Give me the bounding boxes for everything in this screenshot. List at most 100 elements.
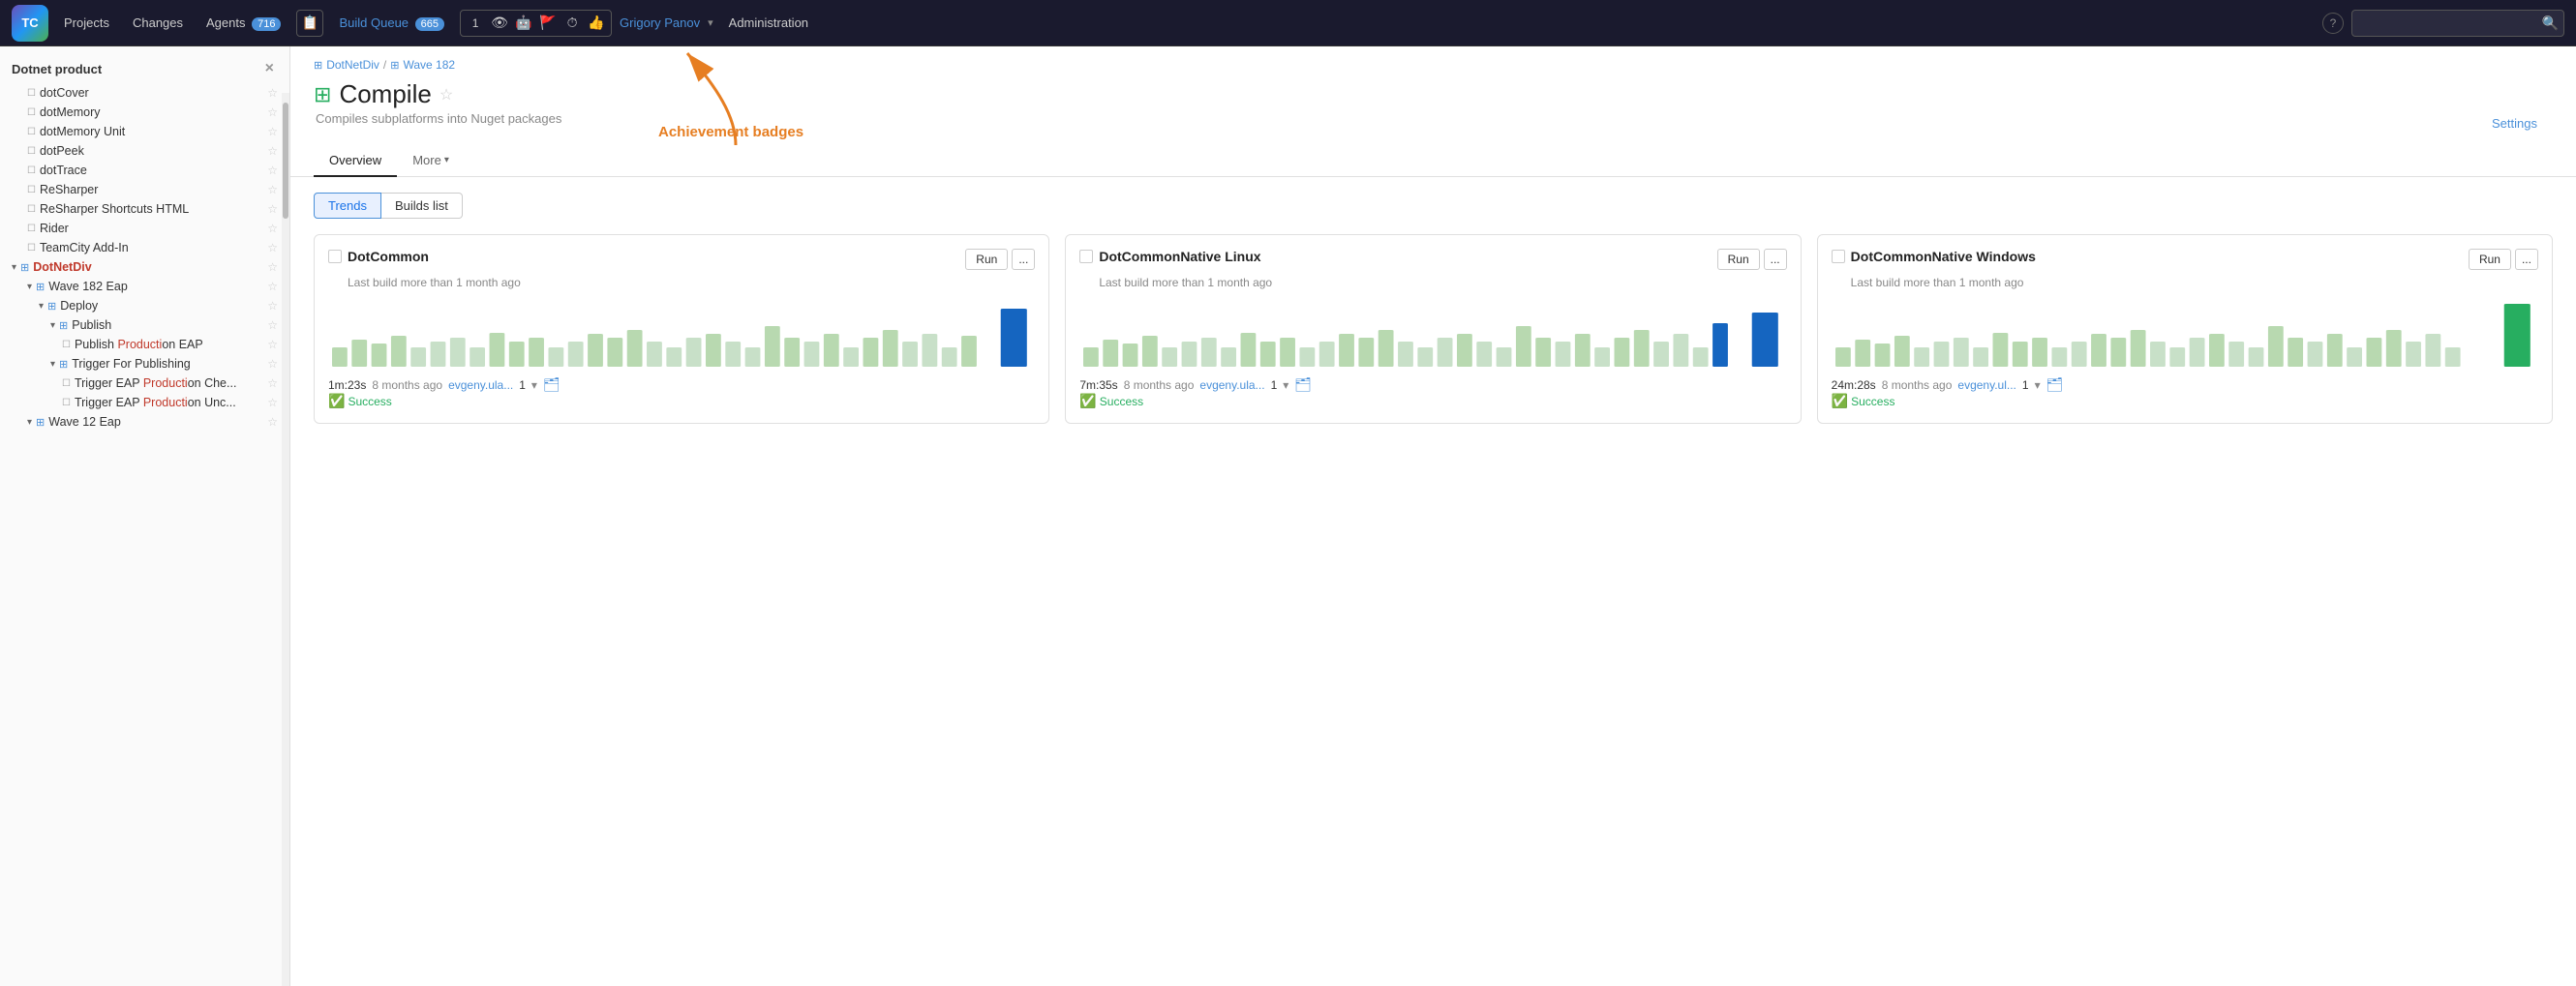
sidebar-item-trigger-eap-che[interactable]: ☐ Trigger EAP Production Che... ☆ bbox=[0, 373, 289, 393]
tc-logo[interactable]: TC bbox=[12, 5, 48, 42]
tab-overview[interactable]: Overview bbox=[314, 145, 397, 177]
star-icon[interactable]: ☆ bbox=[267, 280, 278, 293]
nav-changes[interactable]: Changes bbox=[125, 12, 191, 34]
build-user[interactable]: evgeny.ula... bbox=[1199, 378, 1264, 392]
star-icon[interactable]: ☆ bbox=[267, 144, 278, 158]
build-user[interactable]: evgeny.ula... bbox=[448, 378, 513, 392]
run-button[interactable]: Run bbox=[2469, 249, 2511, 270]
sidebar-item-wave12eap[interactable]: ▾ ⊞ Wave 12 Eap ☆ bbox=[0, 412, 289, 432]
card-checkbox[interactable] bbox=[328, 250, 342, 263]
queue-count-btn[interactable]: 1 bbox=[465, 13, 486, 34]
star-icon[interactable]: ☆ bbox=[267, 125, 278, 138]
dropdown-icon[interactable]: ▾ bbox=[531, 378, 537, 392]
user-label[interactable]: Grigory Panov bbox=[620, 15, 700, 30]
clipboard-icon-btn[interactable]: 📋 bbox=[296, 10, 323, 37]
sidebar-item-resharper[interactable]: ☐ ReSharper ☆ bbox=[0, 180, 289, 199]
nav-administration[interactable]: Administration bbox=[721, 12, 816, 34]
sidebar-item-dotmemory-unit[interactable]: ☐ dotMemory Unit ☆ bbox=[0, 122, 289, 141]
sidebar-item-dotmemory[interactable]: ☐ dotMemory ☆ bbox=[0, 103, 289, 122]
sidebar-item-resharper-shortcuts[interactable]: ☐ ReSharper Shortcuts HTML ☆ bbox=[0, 199, 289, 219]
flag-icon-btn[interactable]: 🚩 bbox=[537, 13, 559, 34]
build-cards-grid: DotCommon Run ... Last build more than 1… bbox=[290, 234, 2576, 447]
grid-icon: ⊞ bbox=[20, 261, 29, 274]
build-user[interactable]: evgeny.ul... bbox=[1957, 378, 2015, 392]
sidebar-item-trigger-eap-unc[interactable]: ☐ Trigger EAP Production Unc... ☆ bbox=[0, 393, 289, 412]
card-title: DotCommon bbox=[348, 249, 429, 264]
mini-chart bbox=[1832, 299, 2538, 367]
star-icon[interactable]: ☆ bbox=[267, 299, 278, 313]
agents-badge: 716 bbox=[252, 17, 281, 31]
sidebar-item-publish[interactable]: ▾ ⊞ Publish ☆ bbox=[0, 315, 289, 335]
star-icon[interactable]: ☆ bbox=[267, 260, 278, 274]
build-card-dotcommonnative-windows: DotCommonNative Windows Run ... Last bui… bbox=[1817, 234, 2553, 424]
clock-icon-btn[interactable]: ⏱ bbox=[561, 13, 583, 34]
sidebar-item-rider[interactable]: ☐ Rider ☆ bbox=[0, 219, 289, 238]
star-icon[interactable]: ☆ bbox=[267, 357, 278, 371]
nav-agents[interactable]: Agents 716 bbox=[198, 12, 288, 34]
star-icon[interactable]: ☆ bbox=[267, 183, 278, 196]
star-icon[interactable]: ☆ bbox=[267, 202, 278, 216]
card-checkbox[interactable] bbox=[1079, 250, 1093, 263]
grid-icon: ⊞ bbox=[36, 416, 45, 429]
content-area: Settings ⊞ DotNetDiv / ⊞ Wave 182 ⊞ Comp… bbox=[290, 46, 2576, 986]
chevron-down-icon: ▾ bbox=[50, 359, 55, 370]
eye-icon-btn[interactable]: 👁 bbox=[489, 13, 510, 34]
star-icon[interactable]: ☆ bbox=[267, 376, 278, 390]
star-icon[interactable]: ☆ bbox=[267, 86, 278, 100]
build-card-dotcommon: DotCommon Run ... Last build more than 1… bbox=[314, 234, 1049, 424]
bar-chart-svg bbox=[1083, 299, 1782, 367]
search-input[interactable] bbox=[2351, 10, 2564, 37]
trends-toggle[interactable]: Trends bbox=[314, 193, 381, 219]
star-icon[interactable]: ☆ bbox=[267, 396, 278, 409]
star-icon[interactable]: ☆ bbox=[267, 318, 278, 332]
help-button[interactable]: ? bbox=[2322, 13, 2344, 34]
sidebar-item-dotcover[interactable]: ☐ dotCover ☆ bbox=[0, 83, 289, 103]
more-button[interactable]: ... bbox=[1764, 249, 1787, 270]
build-count: 1 bbox=[2022, 378, 2029, 392]
breadcrumb-separator: / bbox=[383, 58, 386, 72]
star-icon[interactable]: ☆ bbox=[267, 222, 278, 235]
sidebar-item-trigger-for-publishing[interactable]: ▾ ⊞ Trigger For Publishing ☆ bbox=[0, 354, 289, 373]
grid-icon: ⊞ bbox=[47, 300, 56, 313]
robot-icon-btn[interactable]: 🤖 bbox=[513, 13, 534, 34]
dropdown-icon[interactable]: ▾ bbox=[1283, 378, 1288, 392]
run-button[interactable]: Run bbox=[965, 249, 1008, 270]
nav-projects[interactable]: Projects bbox=[56, 12, 117, 34]
search-icon[interactable]: 🔍 bbox=[2542, 15, 2559, 31]
build-ago: 8 months ago bbox=[372, 378, 442, 392]
more-button[interactable]: ... bbox=[2515, 249, 2538, 270]
star-icon[interactable]: ☆ bbox=[267, 415, 278, 429]
sidebar-scrollbar-thumb[interactable] bbox=[283, 103, 288, 219]
sidebar-item-deploy[interactable]: ▾ ⊞ Deploy ☆ bbox=[0, 296, 289, 315]
build-duration: 24m:28s bbox=[1832, 378, 1876, 392]
sidebar-item-dottrace[interactable]: ☐ dotTrace ☆ bbox=[0, 161, 289, 180]
user-dropdown[interactable]: ▾ bbox=[708, 16, 713, 29]
sidebar-item-publish-prod-eap[interactable]: ☐ Publish Production EAP ☆ bbox=[0, 335, 289, 354]
settings-button[interactable]: Settings bbox=[2492, 116, 2537, 131]
star-icon[interactable]: ☆ bbox=[267, 338, 278, 351]
builds-list-toggle[interactable]: Builds list bbox=[381, 193, 463, 219]
tab-more[interactable]: More ▾ bbox=[397, 145, 465, 177]
run-button[interactable]: Run bbox=[1717, 249, 1760, 270]
sidebar-item-teamcity[interactable]: ☐ TeamCity Add-In ☆ bbox=[0, 238, 289, 257]
check-circle-icon: ✅ bbox=[1832, 393, 1848, 409]
sidebar-item-dotpeek[interactable]: ☐ dotPeek ☆ bbox=[0, 141, 289, 161]
build-count: 1 bbox=[1271, 378, 1278, 392]
favorite-star-icon[interactable]: ☆ bbox=[439, 85, 453, 105]
star-icon[interactable]: ☆ bbox=[267, 105, 278, 119]
star-icon[interactable]: ☆ bbox=[267, 164, 278, 177]
card-checkbox[interactable] bbox=[1832, 250, 1845, 263]
more-button[interactable]: ... bbox=[1012, 249, 1035, 270]
checkbox-icon: ☐ bbox=[62, 398, 71, 408]
sidebar-close-btn[interactable]: × bbox=[265, 60, 274, 77]
breadcrumb-dotnetdiv[interactable]: DotNetDiv bbox=[326, 58, 379, 72]
nav-build-queue[interactable]: Build Queue 665 bbox=[331, 12, 452, 34]
star-icon[interactable]: ☆ bbox=[267, 241, 278, 254]
sidebar-item-wave182eap[interactable]: ▾ ⊞ Wave 182 Eap ☆ bbox=[0, 277, 289, 296]
checkbox-icon: ☐ bbox=[27, 88, 36, 99]
dropdown-icon[interactable]: ▾ bbox=[2035, 378, 2041, 392]
thumb-icon-btn[interactable]: 👍 bbox=[586, 13, 607, 34]
sidebar-item-dotnetdiv[interactable]: ▾ ⊞ DotNetDiv ☆ bbox=[0, 257, 289, 277]
breadcrumb-wave182[interactable]: Wave 182 bbox=[403, 58, 455, 72]
build-card-dotcommonnative-linux: DotCommonNative Linux Run ... Last build… bbox=[1065, 234, 1801, 424]
